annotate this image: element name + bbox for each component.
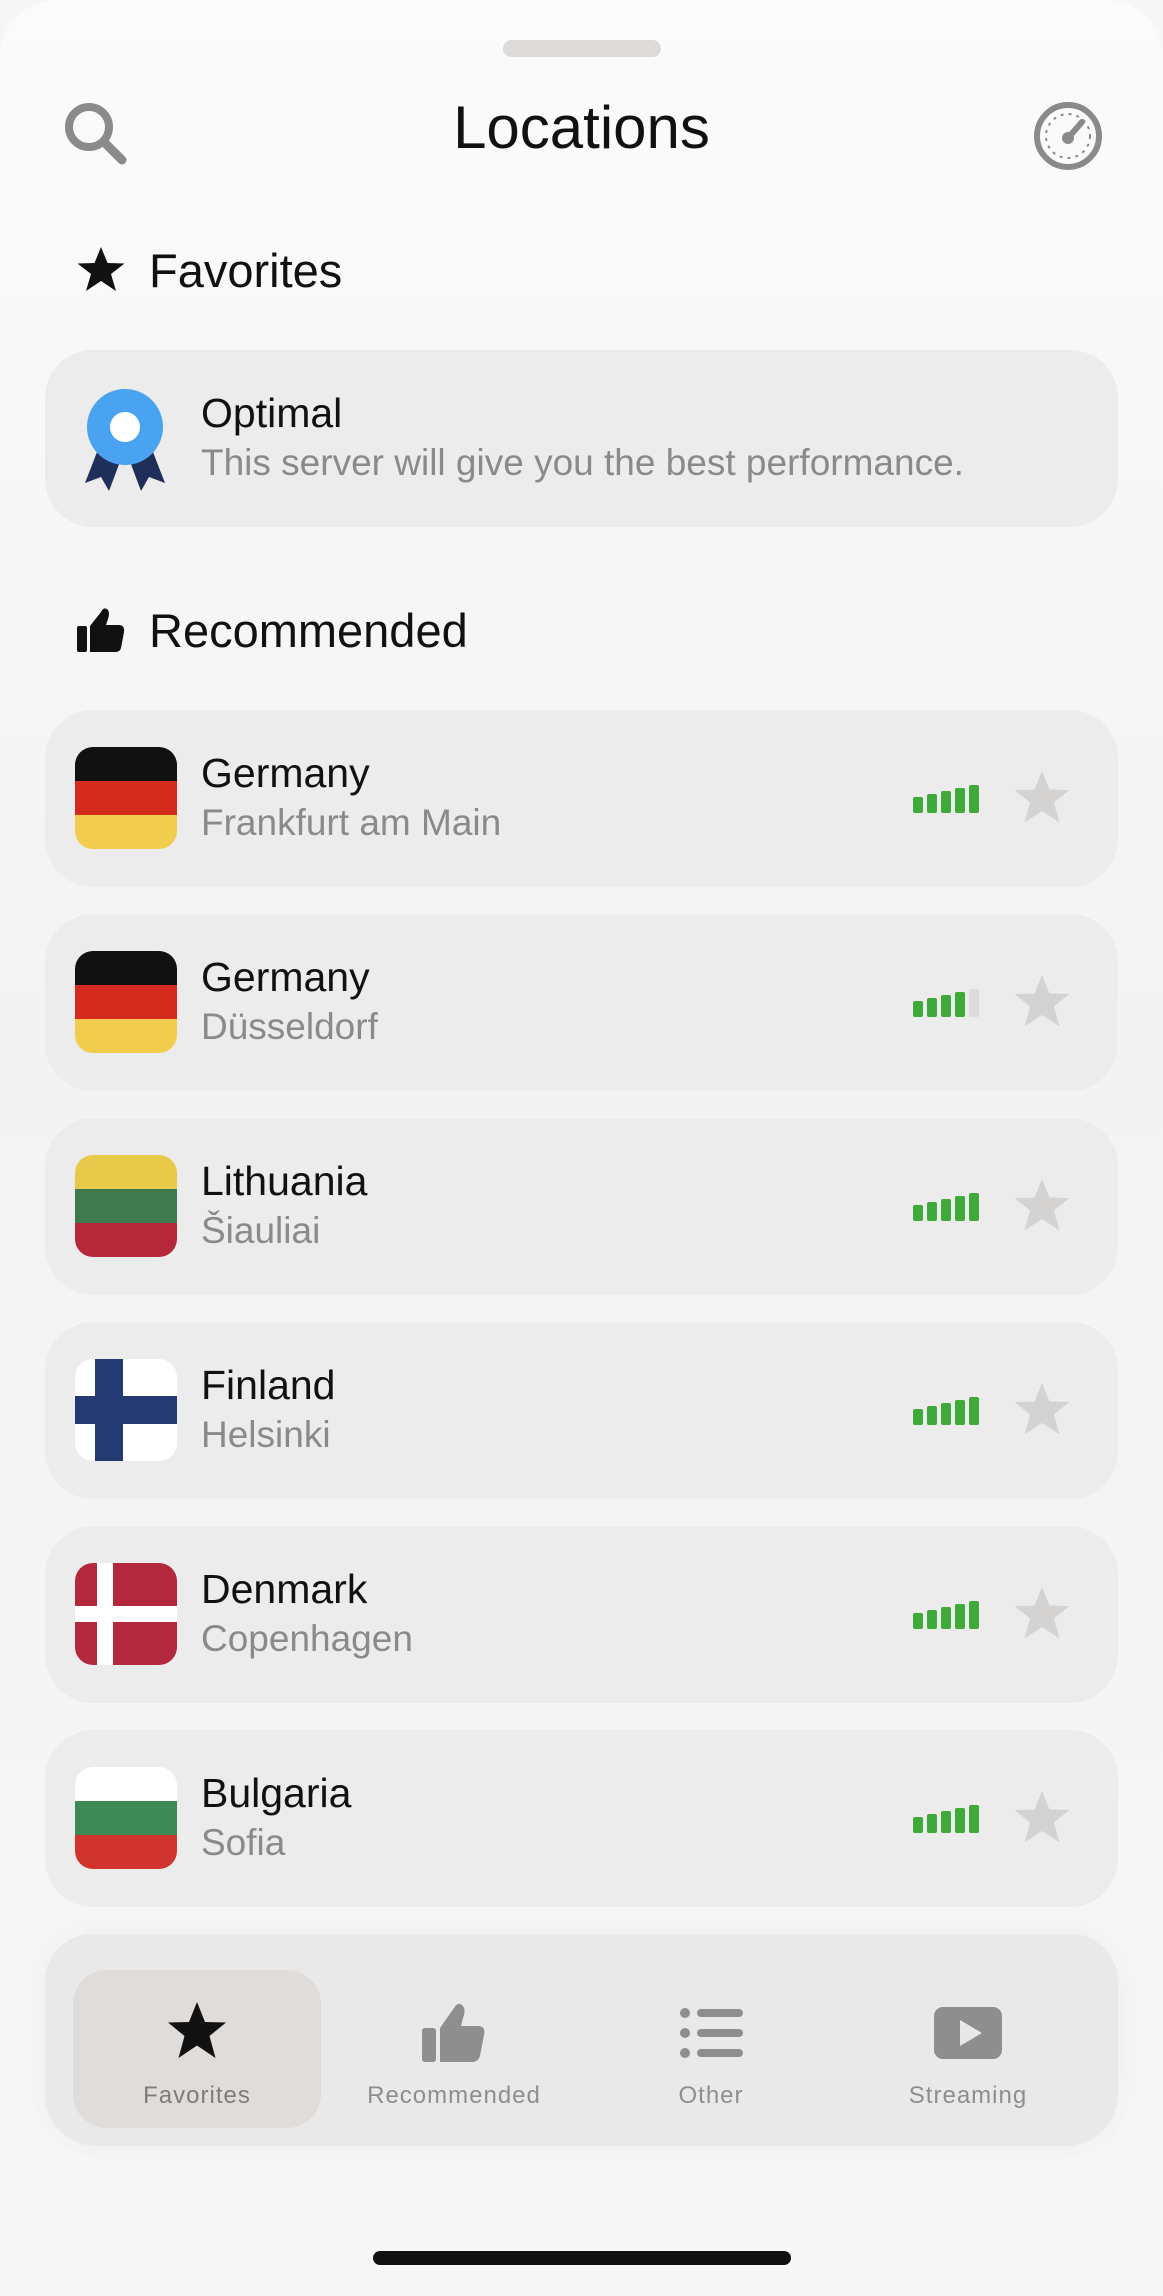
list-icon <box>680 2008 743 2058</box>
tab-label: Favorites <box>143 2082 251 2109</box>
signal-strength-icon <box>913 1601 979 1629</box>
flag-lithuania-icon <box>75 1155 177 1257</box>
favorite-star-icon[interactable] <box>1011 1379 1073 1441</box>
tab-label: Recommended <box>367 2082 541 2109</box>
tab-bar: Favorites Recommended Other Streaming <box>45 1934 1118 2146</box>
optimal-server-card[interactable]: Optimal This server will give you the be… <box>45 349 1118 527</box>
server-country: Finland <box>201 1362 336 1408</box>
optimal-subtitle: This server will give you the best perfo… <box>201 442 964 483</box>
server-city: Düsseldorf <box>201 1006 378 1047</box>
server-city: Sofia <box>201 1822 286 1863</box>
server-card[interactable]: Bulgaria Sofia <box>45 1729 1118 1907</box>
server-country: Bulgaria <box>201 1770 352 1816</box>
server-card[interactable]: Finland Helsinki <box>45 1321 1118 1499</box>
favorite-star-icon[interactable] <box>1011 1787 1073 1849</box>
tab-label: Streaming <box>908 2082 1028 2109</box>
star-icon <box>168 2002 226 2058</box>
favorite-star-icon[interactable] <box>1011 1175 1073 1237</box>
server-card[interactable]: Denmark Copenhagen <box>45 1525 1118 1703</box>
favorites-section-label: Favorites <box>149 243 343 297</box>
server-city: Šiauliai <box>201 1210 321 1251</box>
favorite-star-icon[interactable] <box>1011 1583 1073 1645</box>
flag-finland-icon <box>75 1359 177 1461</box>
tab-recommended[interactable]: Recommended <box>330 1970 578 2128</box>
home-indicator[interactable] <box>373 2251 791 2265</box>
page-title: Locations <box>453 94 710 161</box>
flag-germany-icon <box>75 951 177 1053</box>
signal-strength-icon <box>913 1397 979 1425</box>
signal-strength-icon <box>913 989 979 1017</box>
speedometer-icon[interactable] <box>1030 98 1106 174</box>
favorite-star-icon[interactable] <box>1011 767 1073 829</box>
server-country: Denmark <box>201 1566 368 1612</box>
screen: Locations Favorites Optimal This server … <box>0 0 1163 2296</box>
optimal-title: Optimal <box>201 390 343 436</box>
thumbs-up-icon <box>422 2003 485 2062</box>
server-card[interactable]: Germany Düsseldorf <box>45 913 1118 1091</box>
tab-other[interactable]: Other <box>587 1970 835 2128</box>
thumbs-up-icon <box>77 608 125 652</box>
tab-label: Other <box>678 2082 744 2109</box>
tab-favorites[interactable]: Favorites <box>73 1970 321 2128</box>
server-city: Copenhagen <box>201 1618 413 1659</box>
sheet-grabber[interactable] <box>503 40 661 57</box>
recommended-section-label: Recommended <box>149 603 468 657</box>
server-card[interactable]: Lithuania Šiauliai <box>45 1117 1118 1295</box>
flag-germany-icon <box>75 747 177 849</box>
recommended-section-title: Recommended <box>75 600 468 660</box>
play-icon <box>934 2007 1002 2059</box>
award-ribbon-icon <box>77 385 173 493</box>
server-card[interactable]: Germany Frankfurt am Main <box>45 709 1118 887</box>
star-icon <box>77 247 125 291</box>
tab-streaming[interactable]: Streaming <box>844 1970 1092 2128</box>
favorites-section-title: Favorites <box>75 240 342 300</box>
server-country: Germany <box>201 750 370 796</box>
server-city: Frankfurt am Main <box>201 802 502 843</box>
server-country: Lithuania <box>201 1158 368 1204</box>
signal-strength-icon <box>913 785 979 813</box>
flag-bulgaria-icon <box>75 1767 177 1869</box>
server-country: Germany <box>201 954 370 1000</box>
locations-sheet: Locations Favorites Optimal This server … <box>0 0 1163 2296</box>
favorite-star-icon[interactable] <box>1011 971 1073 1033</box>
server-city: Helsinki <box>201 1414 331 1455</box>
flag-denmark-icon <box>75 1563 177 1665</box>
signal-strength-icon <box>913 1805 979 1833</box>
signal-strength-icon <box>913 1193 979 1221</box>
